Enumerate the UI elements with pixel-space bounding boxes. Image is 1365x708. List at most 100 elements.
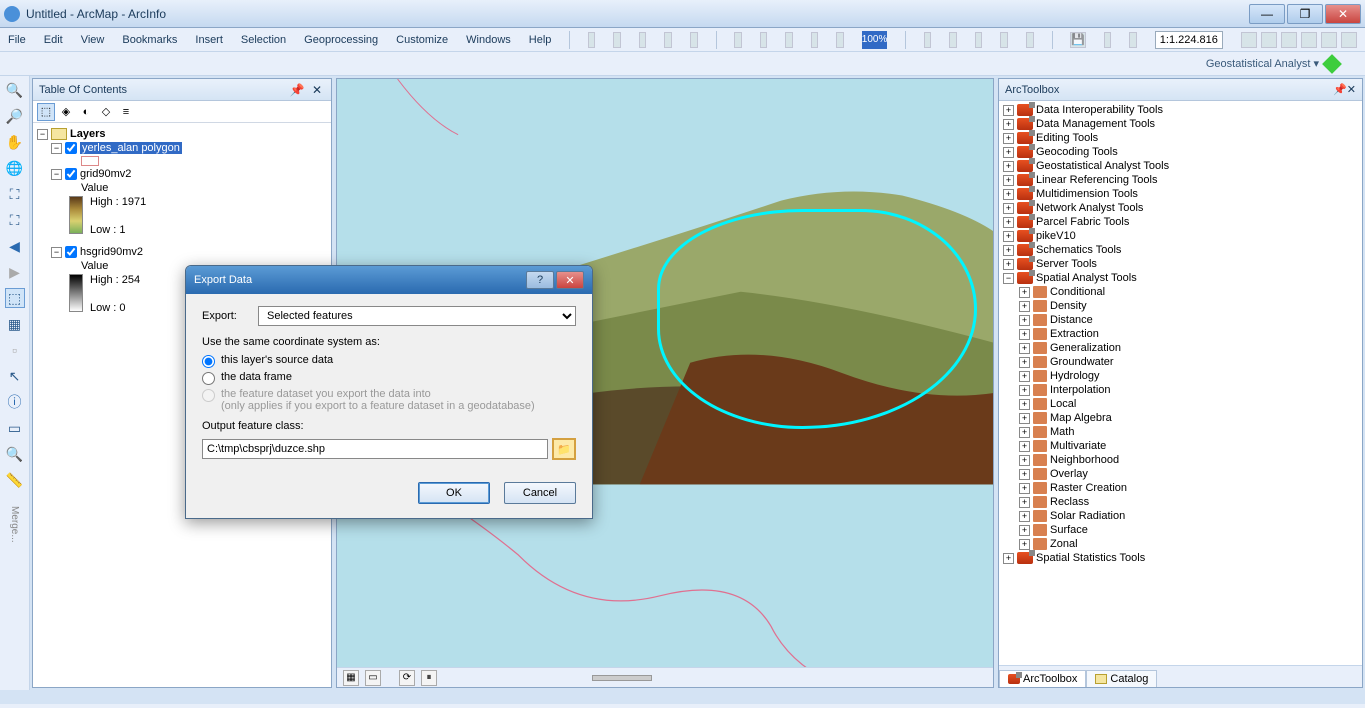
expand-icon[interactable]: +: [1019, 511, 1030, 522]
tab-catalog[interactable]: Catalog: [1086, 670, 1157, 687]
expand-icon[interactable]: +: [1019, 385, 1030, 396]
expand-icon[interactable]: +: [1019, 427, 1030, 438]
tool-icon[interactable]: [811, 32, 819, 48]
tool-icon[interactable]: [1321, 32, 1337, 48]
toolset-item[interactable]: +Interpolation: [1001, 383, 1360, 397]
measure-icon[interactable]: 📏: [5, 470, 25, 490]
dialog-titlebar[interactable]: Export Data ? ✕: [186, 266, 592, 294]
menu-edit[interactable]: Edit: [44, 34, 63, 46]
toolset-item[interactable]: +Zonal: [1001, 537, 1360, 551]
full-extent-icon[interactable]: 🌐: [5, 158, 25, 178]
expand-icon[interactable]: +: [1003, 203, 1014, 214]
tool-icon[interactable]: [949, 32, 957, 48]
menu-windows[interactable]: Windows: [466, 34, 511, 46]
collapse-icon[interactable]: −: [51, 143, 62, 154]
toolbox-item[interactable]: +Network Analyst Tools: [1001, 201, 1360, 215]
data-view-icon[interactable]: ▦: [343, 670, 359, 686]
pan-icon[interactable]: ✋: [5, 132, 25, 152]
toolset-item[interactable]: +Surface: [1001, 523, 1360, 537]
toolbox-item[interactable]: +Data Interoperability Tools: [1001, 103, 1360, 117]
toolset-item[interactable]: +Neighborhood: [1001, 453, 1360, 467]
layer-yerles-alan[interactable]: yerles_alan polygon: [80, 142, 182, 154]
close-button[interactable]: ✕: [1325, 4, 1361, 24]
menu-help[interactable]: Help: [529, 34, 552, 46]
expand-icon[interactable]: +: [1003, 245, 1014, 256]
options-icon[interactable]: ≡: [117, 103, 135, 121]
expand-icon[interactable]: +: [1003, 217, 1014, 228]
geostatistical-label[interactable]: Geostatistical Analyst ▾: [1206, 57, 1319, 70]
output-path-input[interactable]: [202, 439, 548, 459]
expand-icon[interactable]: +: [1019, 497, 1030, 508]
expand-icon[interactable]: +: [1019, 455, 1030, 466]
tool-icon[interactable]: [1026, 32, 1034, 48]
toolset-item[interactable]: +Distance: [1001, 313, 1360, 327]
layers-root[interactable]: Layers: [70, 128, 105, 140]
tool-icon[interactable]: [613, 32, 621, 48]
toolset-item[interactable]: +Raster Creation: [1001, 481, 1360, 495]
pin-icon[interactable]: 📌: [289, 82, 305, 98]
expand-icon[interactable]: +: [1003, 133, 1014, 144]
save-icon[interactable]: 💾: [1070, 32, 1086, 48]
expand-icon[interactable]: +: [1003, 189, 1014, 200]
expand-icon[interactable]: +: [1003, 175, 1014, 186]
expand-icon[interactable]: +: [1003, 553, 1014, 564]
menu-customize[interactable]: Customize: [396, 34, 448, 46]
expand-icon[interactable]: +: [1019, 343, 1030, 354]
toolset-item[interactable]: +Density: [1001, 299, 1360, 313]
refresh-icon[interactable]: ⟳: [399, 670, 415, 686]
expand-icon[interactable]: +: [1019, 287, 1030, 298]
tool-icon[interactable]: ▭: [5, 418, 25, 438]
menu-geoprocessing[interactable]: Geoprocessing: [304, 34, 378, 46]
help-button[interactable]: ?: [526, 271, 554, 289]
toolbox-item[interactable]: +pikeV10: [1001, 229, 1360, 243]
fixed-zoom-in-icon[interactable]: ⛶: [5, 184, 25, 204]
toolset-item[interactable]: +Math: [1001, 425, 1360, 439]
menu-file[interactable]: File: [8, 34, 26, 46]
back-icon[interactable]: ◀: [5, 236, 25, 256]
toolset-item[interactable]: +Groundwater: [1001, 355, 1360, 369]
tool-icon[interactable]: [1345, 58, 1357, 70]
toolbox-item[interactable]: +Spatial Statistics Tools: [1001, 551, 1360, 565]
symbol-swatch[interactable]: [81, 156, 99, 166]
list-by-selection-icon[interactable]: ◇: [97, 103, 115, 121]
expand-icon[interactable]: +: [1003, 231, 1014, 242]
toolbox-item[interactable]: +Parcel Fabric Tools: [1001, 215, 1360, 229]
radio-data-frame[interactable]: [202, 372, 215, 385]
pause-icon[interactable]: ⏸: [421, 670, 437, 686]
tool-icon[interactable]: [1341, 32, 1357, 48]
pin-icon[interactable]: 📌: [1333, 83, 1347, 96]
tab-arctoolbox[interactable]: ArcToolbox: [999, 670, 1086, 687]
list-by-source-icon[interactable]: ◈: [57, 103, 75, 121]
menu-selection[interactable]: Selection: [241, 34, 286, 46]
fixed-zoom-out-icon[interactable]: ⛶: [5, 210, 25, 230]
toolbox-item[interactable]: +Linear Referencing Tools: [1001, 173, 1360, 187]
layer-checkbox[interactable]: [65, 246, 77, 258]
export-select[interactable]: Selected features: [258, 306, 576, 326]
toolset-item[interactable]: +Multivariate: [1001, 439, 1360, 453]
tool-icon[interactable]: [1000, 32, 1008, 48]
expand-icon[interactable]: +: [1003, 147, 1014, 158]
toolbox-item[interactable]: +Server Tools: [1001, 257, 1360, 271]
toolset-item[interactable]: +Map Algebra: [1001, 411, 1360, 425]
cancel-button[interactable]: Cancel: [504, 482, 576, 504]
menu-view[interactable]: View: [81, 34, 105, 46]
toolset-item[interactable]: +Overlay: [1001, 467, 1360, 481]
layer-checkbox[interactable]: [65, 168, 77, 180]
toolbox-item[interactable]: +Data Management Tools: [1001, 117, 1360, 131]
toolbox-spatial-analyst[interactable]: −Spatial Analyst Tools: [1001, 271, 1360, 285]
expand-icon[interactable]: +: [1019, 357, 1030, 368]
minimize-button[interactable]: —: [1249, 4, 1285, 24]
tool-icon[interactable]: [1281, 32, 1297, 48]
menu-insert[interactable]: Insert: [195, 34, 223, 46]
close-panel-icon[interactable]: ✕: [309, 82, 325, 98]
expand-icon[interactable]: +: [1019, 525, 1030, 536]
toolbox-item[interactable]: +Geocoding Tools: [1001, 145, 1360, 159]
expand-icon[interactable]: +: [1019, 399, 1030, 410]
toolset-item[interactable]: +Solar Radiation: [1001, 509, 1360, 523]
tool-icon[interactable]: ▫: [5, 340, 25, 360]
tool-icon[interactable]: [785, 32, 793, 48]
layer-hsgrid90mv2[interactable]: hsgrid90mv2: [80, 246, 143, 258]
expand-icon[interactable]: +: [1019, 329, 1030, 340]
toolset-item[interactable]: +Generalization: [1001, 341, 1360, 355]
tool-icon[interactable]: [924, 32, 932, 48]
